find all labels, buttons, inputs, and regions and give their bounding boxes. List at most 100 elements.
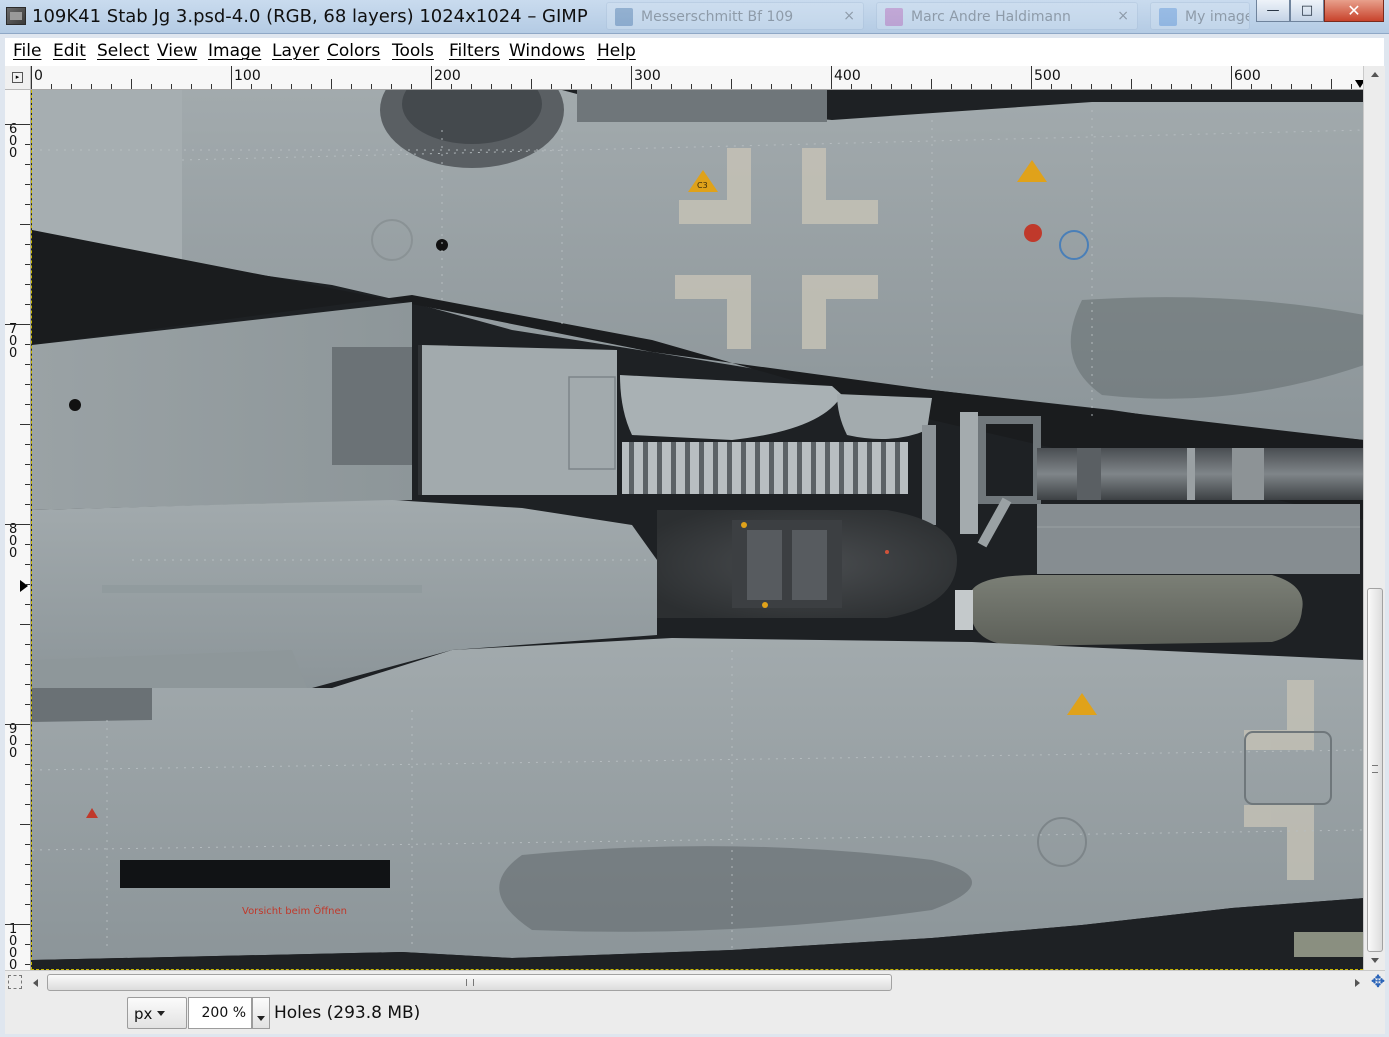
scroll-up-icon[interactable] <box>1371 72 1379 77</box>
status-bar: px 200 % Holes (293.8 MB) <box>5 994 1385 1034</box>
ruler-corner-menu-button[interactable]: ▸ <box>5 66 31 90</box>
minimize-button[interactable]: — <box>1256 0 1290 22</box>
ruler-tick <box>25 284 30 285</box>
ruler-tick <box>25 844 30 845</box>
menu-edit[interactable]: Edit <box>53 41 86 61</box>
menu-windows[interactable]: Windows <box>509 41 585 61</box>
ruler-tick <box>1211 84 1212 89</box>
ruler-tick <box>1091 84 1092 89</box>
tab-favicon-icon <box>615 8 633 26</box>
ruler-tick <box>25 884 30 885</box>
menu-image[interactable]: Image <box>208 41 261 61</box>
ruler-tick <box>1151 84 1152 89</box>
ruler-tick <box>331 79 332 89</box>
menu-filters[interactable]: Filters <box>449 41 500 61</box>
ruler-tick <box>25 544 30 545</box>
ruler-tick <box>551 84 552 89</box>
chevron-down-icon <box>257 1016 265 1021</box>
ruler-tick <box>25 644 30 645</box>
close-tab-icon[interactable]: × <box>843 8 855 24</box>
close-tab-icon[interactable]: × <box>1117 8 1129 24</box>
menu-select[interactable]: Select <box>97 41 149 61</box>
ruler-tick <box>171 84 172 89</box>
menu-view[interactable]: View <box>157 41 197 61</box>
ruler-tick <box>571 84 572 89</box>
ruler-tick <box>1311 84 1312 89</box>
ruler-tick <box>25 244 30 245</box>
ruler-tick <box>25 144 30 145</box>
zoom-dropdown-button[interactable] <box>252 997 270 1029</box>
vertical-scrollbar[interactable] <box>1363 66 1385 970</box>
gimp-app-icon <box>6 7 26 25</box>
background-tab-1[interactable]: Messerschmitt Bf 109 × <box>606 2 864 30</box>
horizontal-ruler[interactable]: 0 100 200 300 400 500 600 <box>31 66 1363 90</box>
ruler-tick <box>25 344 30 345</box>
image-canvas[interactable]: Vorsicht beim Öffnen C3 <box>31 90 1363 970</box>
ruler-tick <box>1251 84 1252 89</box>
scroll-down-icon[interactable] <box>1371 958 1379 963</box>
ruler-tick <box>411 84 412 89</box>
aircraft-texture-image: Vorsicht beim Öffnen C3 <box>32 90 1363 969</box>
ruler-tick <box>831 66 832 89</box>
ruler-tick <box>991 84 992 89</box>
maximize-button[interactable]: □ <box>1290 0 1324 22</box>
vertical-scroll-thumb[interactable] <box>1367 588 1383 952</box>
ruler-tick <box>5 324 30 325</box>
ruler-label-vertical: 600 <box>9 122 18 161</box>
ruler-tick <box>951 84 952 89</box>
ruler-tick <box>1351 84 1352 89</box>
grip-icon <box>1372 765 1378 773</box>
ruler-tick <box>191 84 192 89</box>
ruler-tick <box>691 84 692 89</box>
ruler-label: 600 <box>1234 68 1261 84</box>
ruler-tick <box>25 564 30 565</box>
vertical-ruler[interactable]: 600 700 800 900 1000 <box>5 90 31 970</box>
maximize-icon: □ <box>1300 3 1314 18</box>
grip-icon <box>466 979 474 986</box>
scroll-right-icon[interactable] <box>1355 979 1360 987</box>
menu-layer[interactable]: Layer <box>272 41 319 61</box>
ruler-tick <box>791 84 792 89</box>
tab-favicon-icon <box>1159 8 1177 26</box>
ruler-tick <box>25 504 30 505</box>
chevron-down-icon <box>157 1011 166 1016</box>
menu-tools[interactable]: Tools <box>392 41 434 61</box>
ruler-tick <box>31 66 32 89</box>
ruler-tick <box>25 704 30 705</box>
background-tab-3[interactable]: My images <box>1150 2 1250 30</box>
ruler-tick <box>20 624 30 625</box>
scroll-left-icon[interactable] <box>33 979 38 987</box>
ruler-tick <box>251 84 252 89</box>
quick-mask-toggle-button[interactable] <box>8 975 22 989</box>
ruler-label-vertical: 700 <box>9 322 18 361</box>
zoom-input[interactable]: 200 % <box>188 997 252 1029</box>
ruler-tick <box>25 444 30 445</box>
unit-dropdown[interactable]: px <box>127 997 187 1029</box>
ruler-tick <box>25 584 30 585</box>
ruler-tick <box>611 84 612 89</box>
window-title: 109K41 Stab Jg 3.psd-4.0 (RGB, 68 layers… <box>32 6 588 27</box>
navigate-icon[interactable]: ✥ <box>1369 973 1387 991</box>
ruler-tick <box>291 84 292 89</box>
menu-help[interactable]: Help <box>597 41 636 61</box>
ruler-label: 200 <box>434 68 461 84</box>
ruler-tick <box>25 804 30 805</box>
close-button[interactable]: ✕ <box>1324 0 1384 22</box>
horizontal-scrollbar-row: ✥ <box>5 970 1385 994</box>
ruler-tick <box>391 84 392 89</box>
ruler-pointer-marker <box>20 580 28 592</box>
ruler-label: 400 <box>834 68 861 84</box>
background-tab-2[interactable]: Marc Andre Haldimann × <box>876 2 1138 30</box>
ruler-tick <box>471 84 472 89</box>
ruler-tick <box>20 424 30 425</box>
ruler-label: 300 <box>634 68 661 84</box>
ruler-tick <box>5 924 30 925</box>
ruler-tick <box>20 824 30 825</box>
menu-file[interactable]: File <box>13 41 41 61</box>
warning-stencil-text: Vorsicht beim Öffnen <box>242 904 347 917</box>
menu-colors[interactable]: Colors <box>327 41 380 61</box>
ruler-tick <box>931 79 932 89</box>
title-bar[interactable]: 109K41 Stab Jg 3.psd-4.0 (RGB, 68 layers… <box>0 0 1389 34</box>
horizontal-scroll-thumb[interactable] <box>47 974 892 991</box>
play-arrow-icon: ▸ <box>12 72 23 83</box>
